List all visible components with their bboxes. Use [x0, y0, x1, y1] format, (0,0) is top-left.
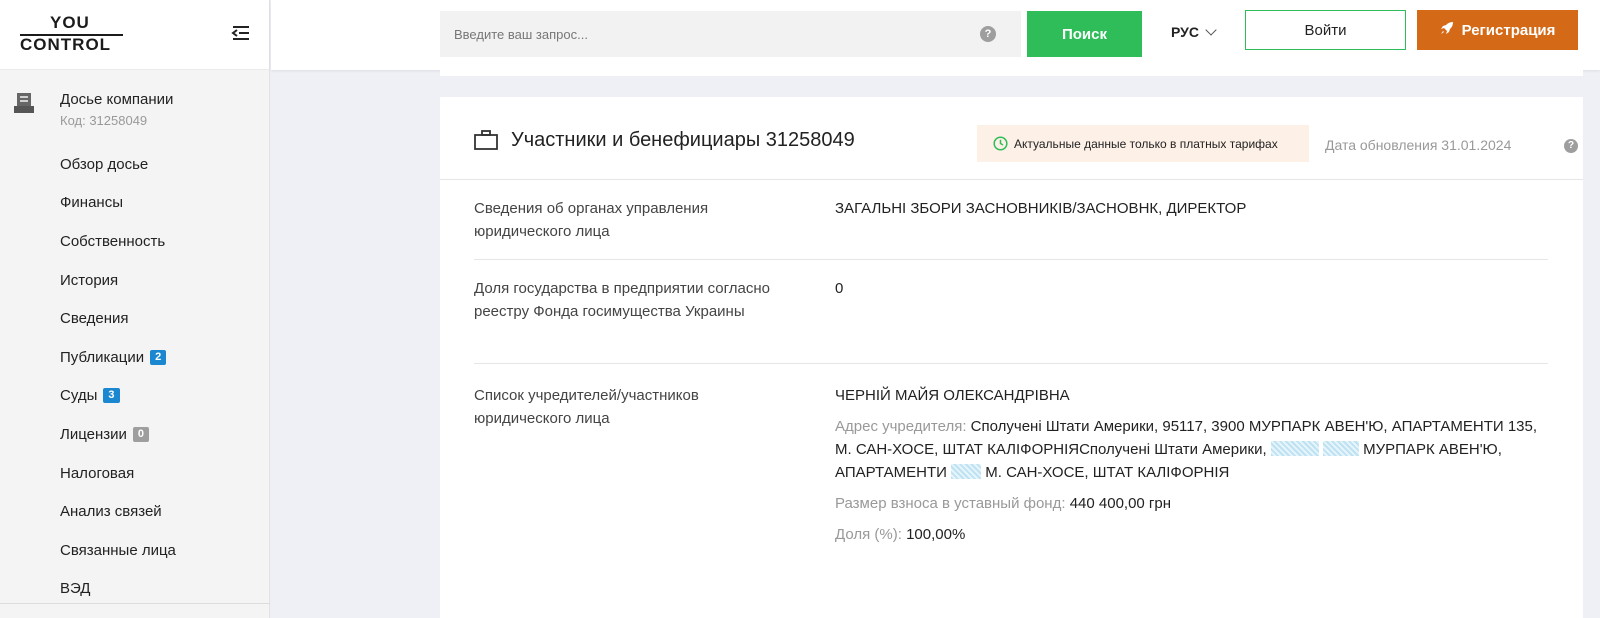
row-label: Список учредителей/участников юридическо… [474, 387, 699, 427]
sidebar-item-label: История [60, 271, 119, 289]
redacted-text [1322, 441, 1359, 456]
register-button[interactable]: Регистрация [1417, 10, 1578, 50]
sidebar-item-courts[interactable]: Суды 3 [0, 377, 270, 416]
participants-card: Участники и бенефициары 31258049 Актуаль… [440, 97, 1583, 618]
sidebar-item-tax[interactable]: Налоговая [0, 454, 270, 493]
sidebar-item-label: Суды [60, 387, 98, 405]
share-value: 100,00% [906, 526, 966, 543]
dossier-code: Код: 31258049 [60, 113, 148, 128]
card-header: Участники и бенефициары 31258049 Актуаль… [440, 97, 1583, 180]
help-icon[interactable]: ? [980, 26, 996, 42]
contribution-value: 440 400,00 грн [1069, 495, 1172, 512]
sidebar-item-label: Публикации [60, 348, 145, 366]
logo-line-2: CONTROL [20, 35, 112, 54]
sidebar-item-ownership[interactable]: Собственность [0, 222, 270, 261]
share-label: Доля (%): [835, 526, 902, 543]
dossier-title: Досье компании [60, 91, 174, 108]
sidebar-item-label: Обзор досье [60, 155, 149, 173]
redacted-text [951, 464, 982, 479]
row-value: ЗАГАЛЬНІ ЗБОРИ ЗАСНОВНИКІВ/ЗАСНОВНК, ДИР… [835, 200, 1247, 217]
address-value-3: М. САН-ХОСЕ, ШТАТ КАЛІФОРНІЯ [985, 464, 1230, 481]
update-date: Дата обновления 31.01.2024 [1325, 137, 1512, 153]
state-share-row: Доля государства в предприятии согласно … [474, 260, 1548, 364]
founders-row: Список учредителей/участников юридическо… [474, 364, 1548, 564]
sidebar-nav: Обзор досье Финансы Собственность Истори… [0, 145, 270, 608]
sidebar-item-label: Финансы [60, 194, 123, 212]
founder-name: ЧЕРНІЙ МАЙЯ ОЛЕКСАНДРІВНА [835, 387, 1070, 404]
sidebar-item-label: Анализ связей [60, 503, 162, 521]
paid-data-notice[interactable]: Актуальные данные только в платных тариф… [977, 125, 1309, 162]
sidebar-item-publications[interactable]: Публикации 2 [0, 338, 270, 377]
language-label: РУС [1171, 24, 1199, 40]
sidebar-item-label: ВЭД [60, 580, 91, 598]
search-button[interactable]: Поиск [1027, 11, 1142, 57]
sidebar-item-licenses[interactable]: Лицензии 0 [0, 415, 270, 454]
contribution-label: Размер взноса в уставный фонд: [835, 495, 1066, 512]
management-bodies-row: Сведения об органах управления юридическ… [474, 180, 1548, 260]
card-title: Участники и бенефициары 31258049 [511, 129, 855, 151]
sidebar-divider [0, 603, 270, 604]
dossier-header[interactable]: Досье компании Код: 31258049 [0, 89, 270, 133]
language-selector[interactable]: РУС [1171, 24, 1217, 40]
sidebar-item-label: Лицензии [60, 425, 127, 443]
clock-icon [993, 136, 1008, 151]
sidebar-item-history[interactable]: История [0, 261, 270, 300]
document-icon [14, 92, 36, 116]
redacted-text [1270, 441, 1319, 456]
sidebar-item-finance[interactable]: Финансы [0, 184, 270, 223]
register-label: Регистрация [1461, 22, 1556, 39]
sidebar: YOU CONTROL Досье компании Код: 31258049 [0, 0, 270, 618]
row-value: 0 [835, 280, 844, 297]
sidebar-item-link-analysis[interactable]: Анализ связей [0, 492, 270, 531]
sidebar-item-overview[interactable]: Обзор досье [0, 145, 270, 184]
founder-contribution: Размер взноса в уставный фонд: 440 400,0… [835, 492, 1545, 515]
sidebar-item-details[interactable]: Сведения [0, 299, 270, 338]
rocket-icon [1440, 21, 1454, 39]
sidebar-item-label: Сведения [60, 310, 129, 328]
sidebar-item-label: Связанные лица [60, 541, 176, 559]
youcontrol-logo[interactable]: YOU CONTROL [20, 13, 123, 55]
founder-address: Адрес учредителя: Сполучені Штати Америк… [835, 415, 1545, 484]
count-badge: 0 [132, 426, 150, 442]
founders-list: ЧЕРНІЙ МАЙЯ ОЛЕКСАНДРІВНА Адрес учредите… [835, 384, 1545, 546]
collapse-menu-icon[interactable] [230, 24, 252, 42]
sidebar-item-related-persons[interactable]: Связанные лица [0, 531, 270, 570]
top-header: ? Поиск РУС Войти Регистрация [271, 0, 1600, 70]
count-badge: 2 [150, 349, 167, 365]
briefcase-icon [474, 130, 498, 150]
previous-card-edge [440, 70, 1583, 76]
sidebar-header: YOU CONTROL [0, 0, 269, 70]
founder-share: Доля (%): 100,00% [835, 523, 1545, 546]
login-button[interactable]: Войти [1245, 10, 1406, 50]
chevron-down-icon [1205, 24, 1217, 36]
search-box: ? [440, 11, 1021, 57]
sidebar-item-label: Налоговая [60, 464, 135, 482]
notice-text: Актуальные данные только в платных тариф… [1014, 136, 1278, 151]
row-label: Сведения об органах управления юридическ… [474, 200, 709, 240]
address-label: Адрес учредителя: [835, 418, 967, 435]
count-badge: 3 [103, 388, 120, 404]
search-input[interactable] [454, 11, 954, 57]
logo-line-1: YOU [50, 13, 90, 32]
row-label: Доля государства в предприятии согласно … [474, 280, 770, 320]
help-icon[interactable]: ? [1564, 139, 1578, 153]
sidebar-item-label: Собственность [60, 232, 166, 250]
